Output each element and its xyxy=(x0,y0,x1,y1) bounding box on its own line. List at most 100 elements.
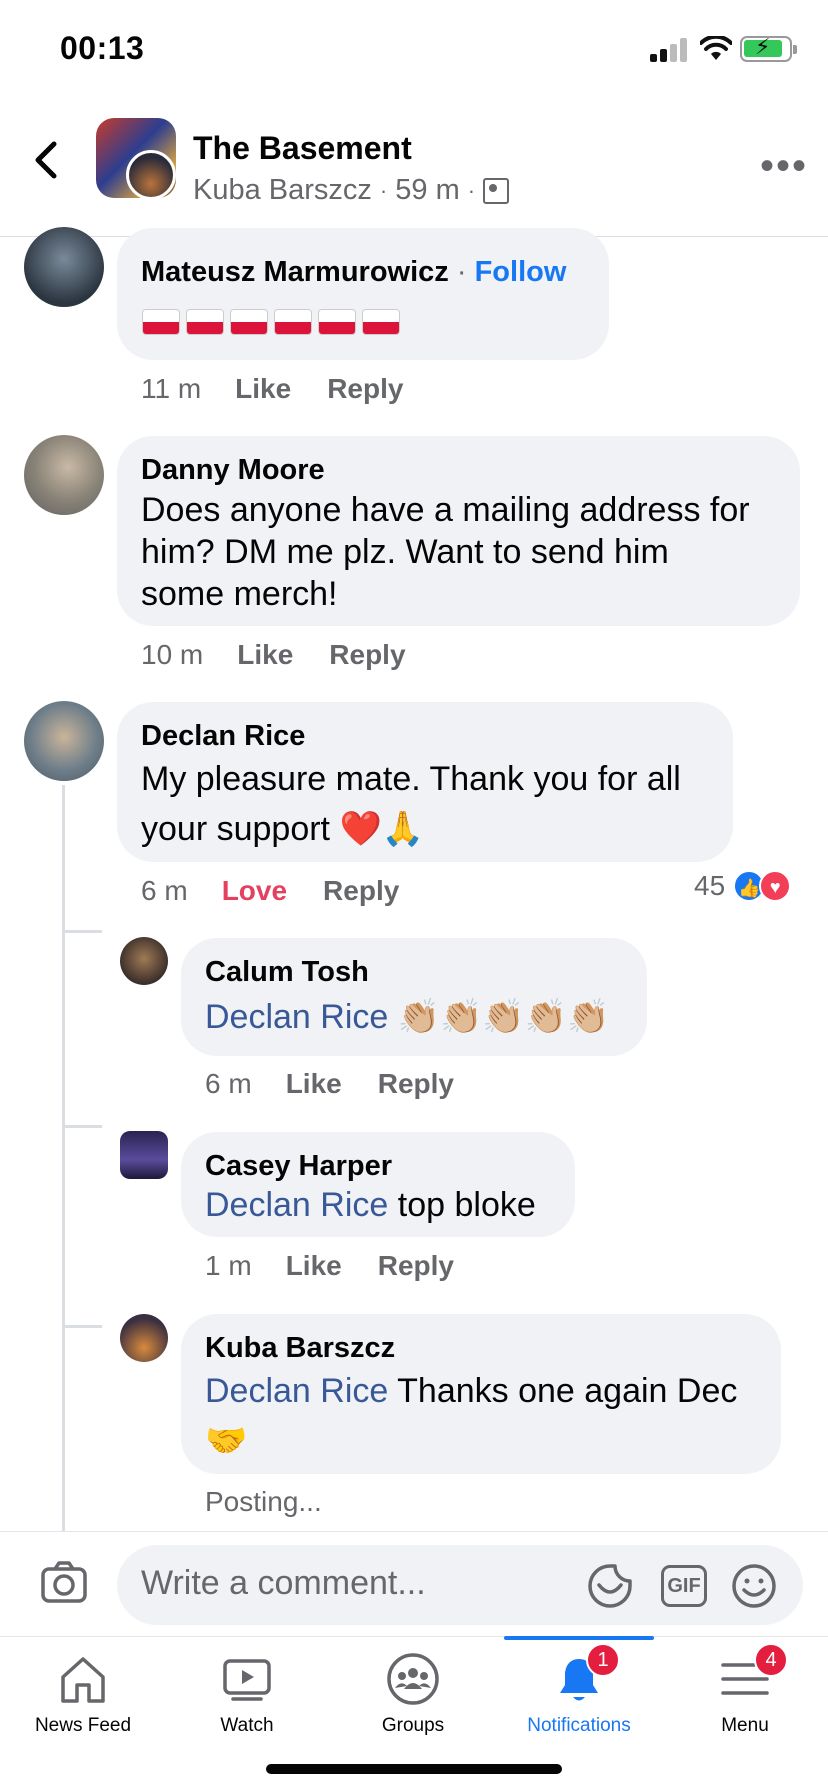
thread-line xyxy=(62,785,65,1531)
thread-connector xyxy=(62,1125,102,1128)
comment-actions: 11 m Like Reply xyxy=(141,373,403,405)
avatar[interactable] xyxy=(120,1314,168,1362)
home-icon xyxy=(61,1657,105,1703)
author-name[interactable]: Mateusz Marmurowicz xyxy=(141,256,449,288)
comment-time: 10 m xyxy=(141,639,204,670)
group-avatar[interactable] xyxy=(96,118,176,200)
reply-text: Declan Rice 👏🏼👏🏼👏🏼👏🏼👏🏼 xyxy=(205,996,609,1038)
menu-badge: 4 xyxy=(754,1643,788,1677)
battery-charging-icon: ⚡ xyxy=(740,34,797,62)
like-button[interactable]: Like xyxy=(235,373,291,405)
poland-flag-icon xyxy=(231,310,267,334)
like-button[interactable]: Like xyxy=(286,1250,342,1282)
tab-menu[interactable]: 4 Menu xyxy=(662,1637,828,1757)
tab-news-feed[interactable]: News Feed xyxy=(0,1637,166,1757)
camera-icon[interactable] xyxy=(40,1560,88,1604)
group-privacy-icon xyxy=(483,177,510,204)
clapping-emoji: 👏🏼👏🏼👏🏼👏🏼👏🏼 xyxy=(397,998,610,1036)
tab-label: Watch xyxy=(220,1715,274,1736)
reply-body: Thanks one again Dec xyxy=(397,1372,738,1410)
reply-button[interactable]: Reply xyxy=(329,639,405,671)
handshake-emoji: 🤝 xyxy=(205,1422,248,1460)
avatar[interactable] xyxy=(120,1131,168,1179)
reply-actions: 1 m Like Reply xyxy=(205,1250,454,1282)
comment-text-line: him? DM me plz. Want to send him xyxy=(141,533,669,571)
comment-text-line: Does anyone have a mailing address for xyxy=(141,491,750,529)
status-bar: 00:13 ⚡ xyxy=(0,0,828,100)
love-reaction-button[interactable]: Love xyxy=(222,875,287,907)
reply-body: top bloke xyxy=(397,1186,536,1224)
thread-connector xyxy=(62,930,102,933)
home-indicator[interactable] xyxy=(266,1764,562,1774)
tab-watch[interactable]: Watch xyxy=(164,1637,330,1757)
comment-time: 6 m xyxy=(141,875,188,906)
poland-flag-icon xyxy=(319,310,355,334)
tab-label: Notifications xyxy=(527,1715,631,1736)
gif-icon[interactable]: GIF xyxy=(661,1565,707,1607)
reply-author[interactable]: Calum Tosh xyxy=(205,956,369,989)
comment-bubble xyxy=(117,228,609,360)
groups-icon xyxy=(387,1653,439,1705)
author-avatar xyxy=(126,150,176,200)
mention-link[interactable]: Declan Rice xyxy=(205,1186,388,1224)
reply-button[interactable]: Reply xyxy=(378,1068,454,1100)
reply-actions: 6 m Like Reply xyxy=(205,1068,454,1100)
wifi-icon xyxy=(700,36,732,60)
comment-text: Does anyone have a mailing address for h… xyxy=(141,489,750,615)
more-options-icon[interactable]: ••• xyxy=(760,144,808,189)
comment-composer: Write a comment... GIF xyxy=(0,1531,828,1636)
avatar[interactable] xyxy=(24,435,104,515)
reply-text: Declan Rice Thanks one again Dec 🤝 xyxy=(205,1366,737,1466)
like-button[interactable]: Like xyxy=(237,639,293,671)
cellular-signal-icon xyxy=(650,38,690,62)
reply-time: 6 m xyxy=(205,1068,252,1099)
avatar[interactable] xyxy=(24,701,104,781)
heart-reaction-icon: ♥ xyxy=(759,870,792,902)
avatar[interactable] xyxy=(24,227,104,307)
tab-groups[interactable]: Groups xyxy=(330,1637,496,1757)
separator-dot: · xyxy=(467,177,476,203)
post-header: The Basement Kuba Barszcz · 59 m · ••• xyxy=(0,100,828,237)
tab-label: Menu xyxy=(721,1715,769,1736)
comment-text-line: your support ❤️🙏 xyxy=(141,810,425,848)
follow-button[interactable]: Follow xyxy=(475,256,567,288)
tab-notifications[interactable]: 1 Notifications xyxy=(496,1636,662,1757)
comment-author[interactable]: Declan Rice xyxy=(141,720,305,753)
comment-placeholder: Write a comment... xyxy=(141,1564,426,1602)
reaction-count: 45 xyxy=(694,870,726,901)
reply-text: Declan Rice top bloke xyxy=(205,1184,536,1226)
tab-label: News Feed xyxy=(34,1715,132,1736)
group-title[interactable]: The Basement xyxy=(193,130,412,167)
thread-connector xyxy=(62,1325,102,1328)
reply-button[interactable]: Reply xyxy=(327,373,403,405)
reply-button[interactable]: Reply xyxy=(323,875,399,907)
poland-flag-icon xyxy=(275,310,311,334)
posting-status: Posting... xyxy=(205,1486,322,1517)
status-time: 00:13 xyxy=(60,30,145,66)
notification-badge: 1 xyxy=(586,1643,620,1677)
reaction-summary[interactable]: 45 👍 ♥ xyxy=(694,870,792,902)
mention-link[interactable]: Declan Rice xyxy=(205,1372,388,1410)
sticker-icon[interactable] xyxy=(587,1563,633,1609)
poland-flag-icon xyxy=(143,310,179,334)
comment-actions: 6 m Love Reply xyxy=(141,875,399,907)
mention-link[interactable]: Declan Rice xyxy=(205,998,388,1036)
comment-text-line: some merch! xyxy=(141,575,338,613)
emoji-icon[interactable] xyxy=(731,1563,777,1609)
back-arrow-icon[interactable] xyxy=(26,136,66,184)
comment-text-line: My pleasure mate. Thank you for all xyxy=(141,760,681,798)
comment-author[interactable]: Danny Moore xyxy=(141,454,325,487)
comment-author[interactable]: Mateusz Marmurowicz · Follow xyxy=(141,256,566,289)
poland-flag-icon xyxy=(187,310,223,334)
like-button[interactable]: Like xyxy=(286,1068,342,1100)
reply-author[interactable]: Casey Harper xyxy=(205,1150,392,1183)
reply-button[interactable]: Reply xyxy=(378,1250,454,1282)
poland-flag-icon xyxy=(363,310,399,334)
post-author[interactable]: Kuba Barszcz xyxy=(193,174,372,207)
reply-time: 1 m xyxy=(205,1250,252,1281)
reply-author[interactable]: Kuba Barszcz xyxy=(205,1332,395,1365)
comment-input[interactable]: Write a comment... GIF xyxy=(117,1545,803,1625)
avatar[interactable] xyxy=(120,937,168,985)
tab-label: Groups xyxy=(381,1715,445,1736)
video-play-icon xyxy=(223,1659,271,1701)
